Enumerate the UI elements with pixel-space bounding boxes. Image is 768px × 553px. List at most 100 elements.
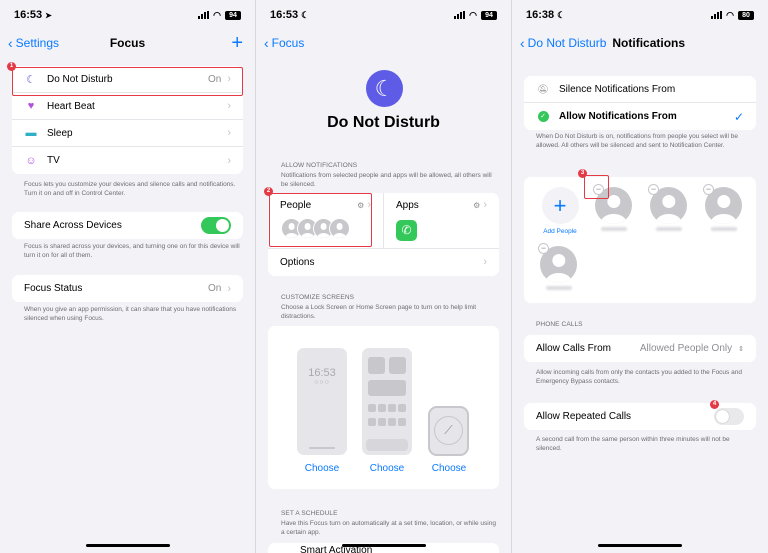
options-row[interactable]: Options ›: [268, 248, 499, 275]
focus-item-label: Heart Beat: [47, 100, 95, 112]
step-badge: 2: [264, 187, 273, 196]
focus-moon-icon: ☾: [366, 70, 403, 107]
apps-label: Apps: [396, 199, 419, 211]
choose-watch-face-button[interactable]: Choose: [424, 463, 474, 474]
status-bar: 16:53 ☾ ◠ 94: [256, 0, 511, 30]
add-focus-button[interactable]: +: [231, 33, 243, 53]
battery-level: 94: [225, 10, 241, 20]
back-label: Settings: [15, 36, 60, 50]
focus-item-sleep[interactable]: ▬ Sleep ›: [12, 120, 243, 147]
allow-calls-from-row[interactable]: Allow Calls From Allowed People Only ⇕: [524, 335, 756, 362]
set-schedule-header: SET A SCHEDULE: [281, 510, 338, 517]
options-label: Options: [280, 256, 315, 268]
silence-notifications-row[interactable]: 🔕︎ Silence Notifications From: [524, 76, 756, 103]
status-bar: 16:38 ☾ ◠ 80: [512, 0, 768, 30]
wifi-icon: ◠: [726, 9, 734, 20]
back-button[interactable]: ‹ Settings: [0, 35, 59, 51]
notification-mode-group: 🔕︎ Silence Notifications From ✓ Allow No…: [524, 76, 756, 130]
add-people-button[interactable]: + Add People: [540, 187, 580, 235]
share-toggle[interactable]: [201, 217, 231, 234]
moon-icon: ☾: [557, 9, 566, 20]
contact-name-redacted: [711, 227, 737, 231]
cellular-signal-icon: [711, 11, 723, 19]
focus-item-tv[interactable]: ☺ TV ›: [12, 147, 243, 174]
remove-contact-button[interactable]: −: [648, 184, 659, 195]
chevron-right-icon: ›: [227, 127, 231, 139]
focus-item-heart-beat[interactable]: ♥ Heart Beat ›: [12, 93, 243, 120]
home-indicator: [598, 544, 682, 547]
allowed-contact: −: [648, 184, 688, 231]
focus-footnote: Focus lets you customize your devices an…: [24, 181, 236, 197]
check-badge-icon: ✓: [536, 111, 550, 122]
share-footnote: Focus is shared across your devices, and…: [24, 243, 240, 259]
watch-face-preview[interactable]: ⟋: [428, 406, 469, 456]
allow-notifications-group: People ⚙ › Apps ⚙ › ✆ Options ›: [268, 193, 499, 276]
focus-status-group: Focus Status On ›: [12, 275, 243, 302]
allow-calls-label: Allow Calls From: [536, 343, 612, 354]
focus-settings-screen: 16:53 ➤ ◠ 94 ‹ Settings Focus + ☾ Do Not …: [0, 0, 256, 553]
chevron-right-icon: ›: [367, 199, 371, 211]
contact-name-redacted: [656, 227, 682, 231]
battery-level: 80: [738, 10, 754, 20]
clock-icon: ⟋: [434, 416, 463, 445]
back-button[interactable]: ‹ Do Not Disturb: [512, 35, 606, 51]
add-people-label: Add People: [543, 228, 577, 235]
back-button[interactable]: ‹ Focus: [256, 35, 304, 51]
location-icon: ➤: [45, 10, 52, 20]
share-label: Share Across Devices: [24, 220, 122, 231]
apps-card[interactable]: Apps ⚙ › ✆: [384, 193, 499, 248]
focus-list: ☾ Do Not Disturb On › ♥ Heart Beat › ▬ Sl…: [12, 66, 243, 174]
home-indicator: [85, 544, 170, 547]
phone-app-icon: ✆: [396, 220, 417, 241]
share-group: Share Across Devices: [12, 212, 243, 239]
phone-calls-header: PHONE CALLS: [536, 321, 583, 328]
customize-screens-group: 16:53 ○○○ ⟋ Choose Choose Choose: [268, 326, 499, 489]
focus-item-label: Do Not Disturb: [47, 73, 113, 85]
back-label: Focus: [271, 36, 305, 50]
focus-item-do-not-disturb[interactable]: ☾ Do Not Disturb On ›: [12, 66, 243, 93]
focus-item-label: Sleep: [47, 127, 73, 139]
moon-icon: ☾: [26, 73, 36, 86]
choose-lock-screen-button[interactable]: Choose: [297, 463, 347, 474]
gear-icon: ⚙: [357, 200, 365, 210]
allow-notifications-row[interactable]: ✓ Allow Notifications From ✓: [524, 103, 756, 130]
allow-footnote: When Do Not Disturb is on, notifications…: [536, 133, 738, 149]
wifi-icon: ◠: [469, 9, 477, 20]
chevron-right-icon: ›: [483, 199, 487, 211]
home-screen-preview[interactable]: [362, 348, 412, 455]
allowed-contact: −: [703, 184, 743, 231]
focus-item-value: On: [207, 73, 222, 85]
focus-heading: Do Not Disturb: [327, 114, 440, 131]
focus-status-row[interactable]: Focus Status On ›: [12, 275, 243, 302]
lock-screen-preview[interactable]: 16:53 ○○○: [297, 348, 347, 455]
bed-icon: ▬: [25, 127, 37, 139]
chevron-right-icon: ›: [227, 154, 231, 167]
nav-bar: ‹ Settings Focus +: [0, 30, 255, 56]
status-bar: 16:53 ➤ ◠ 94: [0, 0, 255, 30]
remove-contact-button[interactable]: −: [593, 184, 604, 195]
people-card[interactable]: People ⚙ ›: [268, 193, 384, 248]
remove-contact-button[interactable]: −: [538, 243, 549, 254]
allowed-people-group: + Add People − − − −: [524, 177, 756, 303]
remove-contact-button[interactable]: −: [703, 184, 714, 195]
avatar: [329, 218, 350, 239]
allow-label: Allow Notifications From: [559, 111, 677, 122]
heart-icon: ♥: [27, 100, 35, 112]
chevron-left-icon: ‹: [520, 35, 525, 51]
repeated-calls-group: Allow Repeated Calls: [524, 403, 756, 430]
focus-status-footnote: When you give an app permission, it can …: [24, 306, 237, 322]
contact-name-redacted: [601, 227, 627, 231]
nav-bar: ‹ Do Not Disturb Notifications: [512, 30, 768, 56]
wifi-icon: ◠: [213, 9, 221, 20]
choose-home-screen-button[interactable]: Choose: [362, 463, 412, 474]
allowed-contact: −: [593, 184, 633, 231]
people-label: People: [280, 199, 312, 211]
people-avatars: [281, 218, 350, 239]
allow-calls-footnote: Allow incoming calls from only the conta…: [536, 369, 742, 385]
focus-status-label: Focus Status: [24, 283, 83, 294]
repeated-calls-toggle[interactable]: [714, 408, 744, 425]
share-across-devices-row: Share Across Devices: [12, 212, 243, 239]
plus-icon: +: [541, 187, 579, 224]
allow-calls-value: Allowed People Only: [639, 343, 733, 354]
allow-calls-group: Allow Calls From Allowed People Only ⇕: [524, 335, 756, 362]
